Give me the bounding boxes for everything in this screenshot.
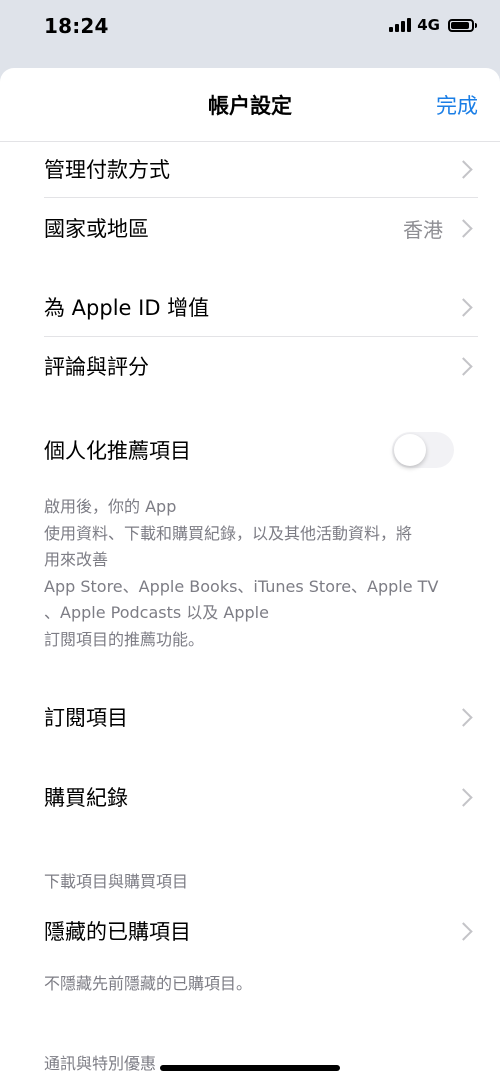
status-bar: 18:24 4G bbox=[0, 0, 500, 60]
account-settings-sheet: 帳户設定 完成 管理付款方式 國家或地區 香港 為 Apple ID 增值 評論… bbox=[0, 68, 500, 1071]
done-button[interactable]: 完成 bbox=[436, 90, 478, 120]
country-region-row[interactable]: 國家或地區 香港 bbox=[44, 211, 478, 245]
divider bbox=[44, 336, 478, 337]
personalized-recommendations-toggle[interactable] bbox=[392, 432, 454, 468]
toggle-knob bbox=[394, 434, 426, 466]
personalized-recommendations-row: 個人化推薦項目 bbox=[44, 430, 478, 470]
chevron-right-icon bbox=[454, 356, 473, 376]
network-type: 4G bbox=[417, 16, 440, 34]
row-label: 購買紀錄 bbox=[44, 786, 128, 810]
home-indicator bbox=[160, 1065, 340, 1071]
chevron-right-icon bbox=[454, 787, 473, 807]
section-header-newsletters: 通訊與特別優惠 bbox=[44, 1054, 157, 1071]
divider bbox=[44, 197, 478, 198]
chevron-right-icon bbox=[454, 707, 473, 727]
subscriptions-row[interactable]: 訂閱項目 bbox=[44, 700, 478, 734]
chevron-right-icon bbox=[454, 921, 473, 941]
add-funds-row[interactable]: 為 Apple ID 增值 bbox=[44, 290, 478, 324]
row-label: 國家或地區 bbox=[44, 217, 149, 241]
chevron-right-icon bbox=[454, 297, 473, 317]
row-label: 為 Apple ID 增值 bbox=[44, 296, 210, 320]
chevron-right-icon bbox=[454, 218, 473, 238]
row-label: 評論與評分 bbox=[44, 355, 149, 379]
status-indicators: 4G bbox=[389, 16, 477, 34]
page-title: 帳户設定 bbox=[208, 94, 292, 118]
chevron-right-icon bbox=[454, 159, 473, 179]
hidden-purchases-footnote: 不隱藏先前隱藏的已購項目。 bbox=[44, 974, 253, 993]
personalized-footnote: 啟用後，你的 App 使用資料、下載和購買紀錄，以及其他活動資料，將 用來改善 … bbox=[44, 497, 439, 649]
status-time: 18:24 bbox=[44, 14, 109, 38]
section-header-downloads: 下載項目與購買項目 bbox=[44, 872, 189, 891]
country-region-value: 香港 bbox=[403, 217, 443, 242]
row-label: 個人化推薦項目 bbox=[44, 439, 191, 463]
ratings-reviews-row[interactable]: 評論與評分 bbox=[44, 349, 478, 383]
cellular-signal-icon bbox=[389, 18, 412, 32]
sheet-header: 帳户設定 完成 bbox=[0, 68, 500, 142]
purchase-history-row[interactable]: 購買紀錄 bbox=[44, 780, 478, 814]
battery-icon bbox=[448, 18, 477, 32]
row-label: 訂閱項目 bbox=[44, 706, 128, 730]
hidden-purchases-row[interactable]: 隱藏的已購項目 bbox=[44, 914, 478, 948]
row-label: 隱藏的已購項目 bbox=[44, 920, 191, 944]
manage-payment-row[interactable]: 管理付款方式 bbox=[44, 152, 478, 186]
row-label: 管理付款方式 bbox=[44, 158, 170, 182]
